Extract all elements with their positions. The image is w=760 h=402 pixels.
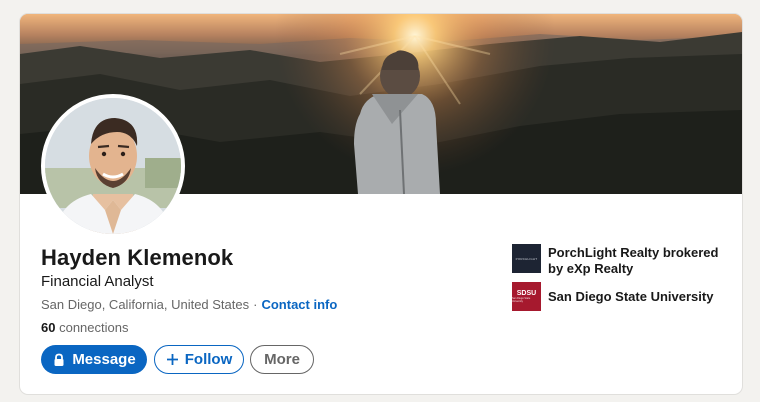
- profile-location: San Diego, California, United States: [41, 297, 250, 312]
- profile-headline: Financial Analyst: [41, 273, 154, 290]
- org-name-line2: by eXp Realty: [548, 261, 634, 276]
- follow-label: Follow: [184, 351, 233, 368]
- porchlight-logo-text: PORCHLIGHT: [515, 256, 538, 261]
- org-name-sdsu: San Diego State University: [548, 289, 714, 304]
- more-button[interactable]: More: [250, 345, 314, 374]
- connections-number: 60: [41, 320, 56, 335]
- profile-avatar[interactable]: [41, 94, 185, 238]
- org-name-line1: PorchLight Realty brokered: [548, 245, 719, 260]
- lock-icon: [52, 353, 66, 367]
- sdsu-logo-text: SDSU: [516, 290, 537, 297]
- plus-icon: [166, 353, 179, 366]
- message-button[interactable]: Message: [41, 345, 147, 374]
- more-label: More: [264, 351, 300, 368]
- message-label: Message: [72, 351, 136, 368]
- contact-info-link[interactable]: Contact info: [261, 297, 337, 312]
- sdsu-logo: SDSU San Diego State University: [512, 282, 541, 311]
- profile-name: Hayden Klemenok: [41, 245, 234, 270]
- separator-dot: ·: [253, 297, 258, 312]
- follow-button[interactable]: Follow: [154, 345, 244, 374]
- connections-count[interactable]: 60 connections: [41, 320, 128, 335]
- org-name-porchlight: PorchLight Realty brokered by eXp Realty: [548, 245, 718, 277]
- profile-card: Hayden Klemenok Financial Analyst San Di…: [20, 14, 742, 394]
- porchlight-logo: PORCHLIGHT: [512, 244, 541, 273]
- location-row: San Diego, California, United States · Con…: [41, 297, 337, 312]
- connections-label: connections: [59, 320, 129, 335]
- sdsu-logo-subtext: San Diego State University: [512, 297, 531, 303]
